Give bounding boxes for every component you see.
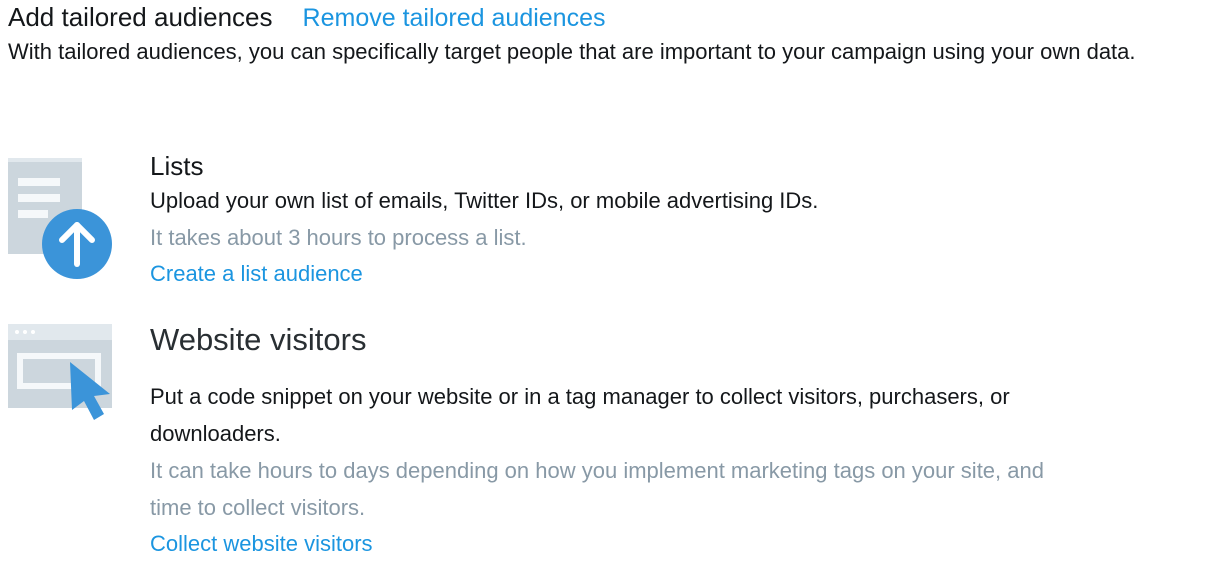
website-cursor-icon [8, 322, 118, 429]
lists-section: Lists Upload your own list of emails, Tw… [150, 150, 1210, 292]
website-visitors-note: It can take hours to days depending on h… [150, 458, 1044, 520]
remove-tailored-audiences-link[interactable]: Remove tailored audiences [303, 4, 606, 33]
website-visitors-section: Website visitors Put a code snippet on y… [150, 322, 1210, 562]
page-header: Add tailored audiences Remove tailored a… [8, 2, 606, 33]
intro-text: With tailored audiences, you can specifi… [8, 39, 1136, 64]
lists-note: It takes about 3 hours to process a list… [150, 225, 527, 250]
upload-list-icon [8, 158, 118, 285]
collect-website-visitors-link[interactable]: Collect website visitors [150, 526, 373, 562]
website-visitors-description: Put a code snippet on your website or in… [150, 384, 1010, 446]
page-title: Add tailored audiences [8, 2, 273, 32]
create-list-audience-link[interactable]: Create a list audience [150, 256, 363, 292]
lists-title: Lists [150, 151, 204, 181]
lists-description: Upload your own list of emails, Twitter … [150, 188, 819, 213]
website-visitors-title: Website visitors [150, 322, 367, 357]
